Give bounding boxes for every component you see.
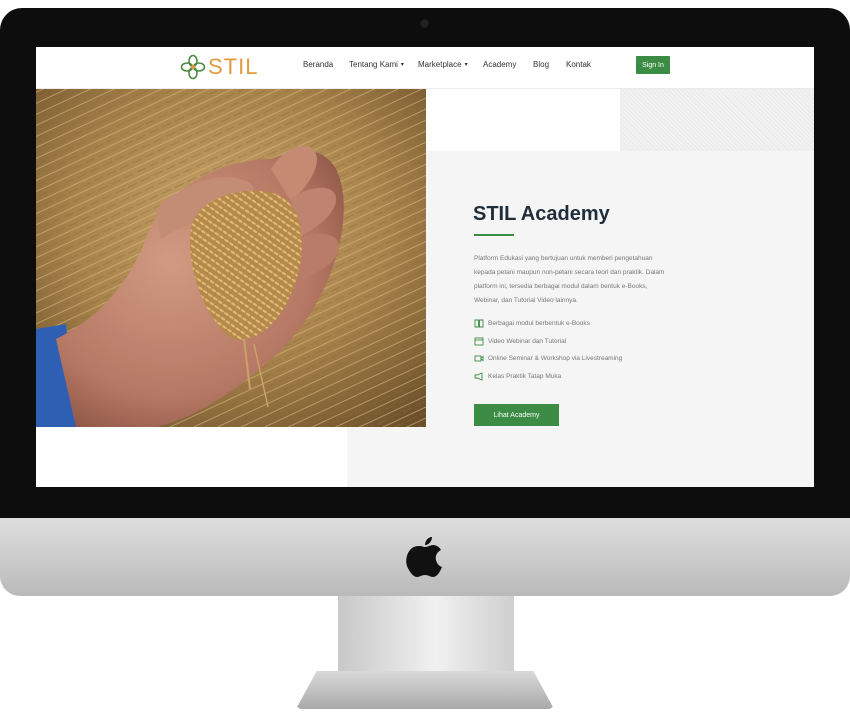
site-header: STIL Beranda Tentang Kami ▾ Marketplace …: [36, 47, 814, 89]
megaphone-icon: [474, 372, 488, 381]
chevron-down-icon: ▾: [464, 62, 468, 68]
nav-label: Blog: [533, 60, 550, 69]
nav-label: Kontak: [566, 60, 591, 69]
nav-beranda[interactable]: Beranda: [303, 60, 333, 69]
monitor-base: [296, 671, 554, 709]
sign-in-button[interactable]: Sign In: [636, 56, 670, 74]
video-icon: [474, 337, 488, 346]
nav-label: Beranda: [303, 60, 334, 69]
camera-dot: [421, 20, 428, 27]
nav-kontak[interactable]: Kontak: [566, 60, 591, 69]
nav-label: Tentang Kami: [349, 60, 398, 69]
title-underline: [474, 234, 514, 236]
feature-item-livestream: Online Seminar & Workshop via Livestream…: [474, 350, 622, 368]
browser-screen: STIL Beranda Tentang Kami ▾ Marketplace …: [36, 47, 814, 487]
feature-label: Video Webinar dan Tutorial: [488, 337, 567, 345]
feature-item-class: Kelas Praktik Tatap Muka: [474, 368, 622, 386]
description-text: Platform Edukasi yang bertujuan untuk me…: [474, 255, 665, 304]
apple-logo-icon: [406, 537, 442, 577]
nav-label: Academy: [483, 60, 517, 69]
feature-item-video: Video Webinar dan Tutorial: [474, 333, 622, 351]
nav-marketplace[interactable]: Marketplace ▾: [418, 60, 468, 69]
hero-image-hand-with-rice: [36, 89, 426, 427]
book-icon: [474, 319, 488, 328]
nav-blog[interactable]: Blog: [533, 60, 549, 69]
nav-academy[interactable]: Academy: [483, 60, 516, 69]
hatch-pattern: [620, 89, 814, 151]
lihat-academy-button[interactable]: Lihat Academy: [474, 404, 559, 426]
leaf-logo-icon: [180, 54, 206, 80]
logo-text: STIL: [208, 54, 259, 79]
monitor-stand: [338, 596, 514, 678]
feature-list: Berbagai modul berbentuk e-Books Video W…: [474, 315, 622, 385]
nav-tentang-kami[interactable]: Tentang Kami ▾: [349, 60, 404, 69]
feature-label: Kelas Praktik Tatap Muka: [488, 372, 562, 380]
feature-item-ebooks: Berbagai modul berbentuk e-Books: [474, 315, 622, 333]
camera-icon: [474, 354, 488, 363]
site-logo[interactable]: STIL: [180, 52, 258, 82]
page-title: STIL Academy: [473, 203, 610, 225]
nav-label: Marketplace: [418, 60, 462, 69]
feature-label: Online Seminar & Workshop via Livestream…: [488, 355, 623, 363]
chevron-down-icon: ▾: [400, 62, 404, 68]
feature-label: Berbagai modul berbentuk e-Books: [488, 320, 590, 328]
